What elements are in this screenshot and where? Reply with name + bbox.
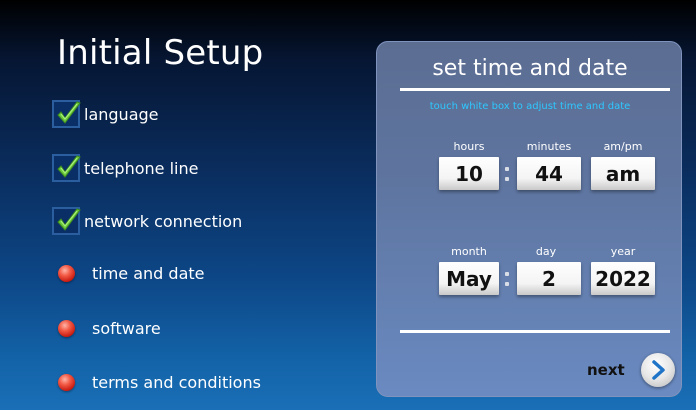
step-label: telephone line bbox=[84, 158, 199, 178]
step-time-and-date: time and date bbox=[52, 257, 205, 289]
panel-title: set time and date bbox=[432, 56, 628, 81]
month-box[interactable]: May bbox=[439, 262, 499, 295]
step-checkbox bbox=[52, 207, 81, 235]
step-label: terms and conditions bbox=[92, 372, 261, 392]
step-label: network connection bbox=[84, 211, 243, 231]
divider bbox=[400, 88, 670, 91]
year-box[interactable]: 2022 bbox=[591, 262, 655, 295]
next-label[interactable]: next bbox=[587, 361, 625, 379]
red-dot-icon bbox=[57, 319, 75, 337]
step-telephone-line: telephone line bbox=[52, 152, 198, 184]
time-separator bbox=[503, 157, 511, 190]
step-network-connection: network connection bbox=[52, 205, 242, 237]
step-language: language bbox=[52, 98, 159, 130]
month-label: month bbox=[451, 245, 487, 258]
checkmark-icon bbox=[57, 101, 81, 124]
minutes-label: minutes bbox=[526, 140, 572, 153]
step-label: language bbox=[84, 104, 159, 124]
red-dot-icon bbox=[57, 373, 75, 391]
step-checkbox bbox=[52, 100, 81, 128]
time-date-panel: set time and date touch white box to adj… bbox=[376, 41, 682, 397]
hint-text: touch white box to adjust time and date bbox=[429, 101, 631, 112]
day-box[interactable]: 2 bbox=[517, 262, 581, 295]
chevron-right-icon bbox=[652, 360, 665, 380]
red-dot-icon bbox=[57, 264, 75, 282]
step-label: software bbox=[92, 318, 161, 338]
day-label: day bbox=[535, 245, 557, 258]
divider bbox=[400, 330, 670, 333]
checkmark-icon bbox=[57, 155, 81, 178]
hours-box[interactable]: 10 bbox=[439, 157, 499, 190]
setup-screen: Initial Setup language telephone line ne… bbox=[0, 0, 696, 410]
year-label: year bbox=[610, 245, 636, 258]
ampm-label: am/pm bbox=[603, 140, 643, 153]
page-title: Initial Setup bbox=[57, 33, 264, 73]
step-software: software bbox=[52, 312, 161, 344]
step-checkbox bbox=[52, 154, 81, 182]
step-terms-and-conditions: terms and conditions bbox=[52, 366, 261, 398]
ampm-box[interactable]: am bbox=[591, 157, 655, 190]
checkmark-icon bbox=[57, 208, 81, 231]
minutes-box[interactable]: 44 bbox=[517, 157, 581, 190]
next-button[interactable] bbox=[641, 353, 675, 387]
hours-label: hours bbox=[453, 140, 485, 153]
date-separator bbox=[503, 262, 511, 295]
step-label: time and date bbox=[92, 263, 205, 283]
